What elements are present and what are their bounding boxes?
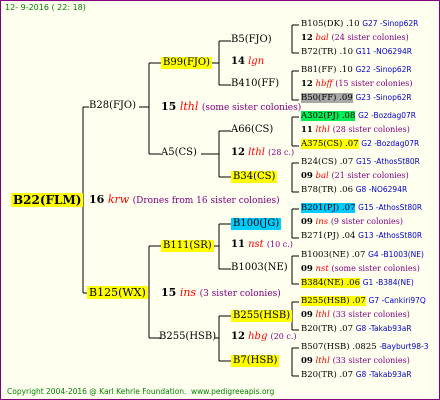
g3-d2-bee[interactable]: B7(HSB) <box>231 355 280 367</box>
g2-c-note: (10 c.) <box>266 240 293 249</box>
print-date: 12- 9-2016 ( 22: 18) <box>5 3 86 12</box>
root-code: krw <box>107 193 130 206</box>
sire-num: 15 <box>161 100 177 113</box>
g4-row[interactable]: A375(CS) .07 G2 -Bozdag07R <box>301 139 419 149</box>
g2-c-num: 11 <box>231 239 245 250</box>
g4-row[interactable]: B24(CS) .07 G15 -AthosSt80R <box>301 158 420 167</box>
g4-sister-row: 12 bal (24 sister colonies) <box>301 33 409 43</box>
g2-b-code: lthl <box>248 147 265 158</box>
g2-c-code: nst <box>248 239 264 250</box>
dam-bee[interactable]: B125(WX) <box>87 286 148 299</box>
root-num: 16 <box>89 193 105 206</box>
g2-c-bee[interactable]: B111(SR) <box>161 240 214 252</box>
root-note: (Drones from 16 sister colonies) <box>132 196 280 206</box>
g4-sister-row: 09 lthl (33 sister colonies) <box>301 310 410 320</box>
g3-d1-bee[interactable]: B255(HSB) <box>231 310 293 322</box>
g4-sister-row: 12 hbff (15 sister colonies) <box>301 79 413 89</box>
footer-website-link[interactable]: www.pedigreeapis.org <box>191 388 274 396</box>
g2-a-num: 14 <box>231 56 245 67</box>
g4-row[interactable]: B105(DK) .10 G27 -Sinop62R <box>301 20 418 29</box>
g4-row[interactable]: B1003(NE) .07 G4 -B1003(NE) <box>301 251 424 260</box>
sire-code: lthl <box>179 100 199 113</box>
g2-b-bee[interactable]: A5(CS) <box>161 148 197 158</box>
g4-row[interactable]: B201(PJ) .07 G15 -AthosSt80R <box>301 203 422 213</box>
g2-a-bee[interactable]: B99(FJO) <box>161 57 213 69</box>
g4-row[interactable]: B271(PJ) .04 G13 -AthosSt80R <box>301 232 422 241</box>
g4-sister-row: 09 ins (9 sister colonies) <box>301 217 403 227</box>
g4-sister-row: 09 nst (some sister colonies) <box>301 264 420 274</box>
g2-b-num: 12 <box>231 147 245 158</box>
sire-bee[interactable]: B28(FJO) <box>89 101 136 111</box>
footer-copyright: Copyright 2004-2016 @ Karl Kehrle Founda… <box>7 387 187 396</box>
g2-d-note: (20 c.) <box>270 332 297 341</box>
g2-d-num: 12 <box>231 331 245 342</box>
g4-row[interactable]: A302(PJ) .08 G2 -Bozdag07R <box>301 111 416 121</box>
pedigree-frame: 12- 9-2016 ( 22: 18) B22(FLM) 16 krw (Dr… <box>0 0 440 400</box>
g4-row[interactable]: B20(TR) .07 G8 -Takab93aR <box>301 325 412 334</box>
dam-code: ins <box>179 286 197 299</box>
sire-note: (some sister colonies) <box>201 103 302 113</box>
g4-row[interactable]: B20(TR) .07 G8 -Takab93aR <box>301 371 412 380</box>
g4-row[interactable]: B384(NE) .06 G1 -B384(NE) <box>301 278 414 288</box>
g3-b2-bee[interactable]: B34(CS) <box>231 171 278 183</box>
g4-sister-row: 09 bal (21 sister colonies) <box>301 171 409 181</box>
g4-sister-row: 09 lthl (33 sister colonies) <box>301 356 410 366</box>
g3-c2-bee[interactable]: B1003(NE) <box>231 263 288 273</box>
g4-row[interactable]: B72(TR) .10 G11 -NO6294R <box>301 48 412 57</box>
g4-row[interactable]: B78(TR) .06 G8 -NO6294R <box>301 186 407 195</box>
root-bee[interactable]: B22(FLM) <box>11 193 84 207</box>
g3-a1-bee[interactable]: B5(FJO) <box>231 35 272 45</box>
g4-row[interactable]: B507(HSB) .0825 -Bayburt98-3 <box>301 343 429 352</box>
g4-row[interactable]: B81(FF) .10 G22 -Sinop62R <box>301 66 412 75</box>
g3-a2-bee[interactable]: B410(FF) <box>231 79 279 89</box>
g2-b-note: (28 c.) <box>268 148 295 157</box>
g2-d-bee[interactable]: B255(HSB) <box>159 332 216 342</box>
dam-note: (3 sister colonies) <box>199 289 281 299</box>
g2-a-code: lgn <box>248 56 265 67</box>
g2-d-code: hbg <box>248 331 268 342</box>
dam-num: 15 <box>161 286 177 299</box>
g4-sister-row: 11 lthl (28 sister colonies) <box>301 125 410 135</box>
g3-b1-bee[interactable]: A66(CS) <box>231 125 273 135</box>
g4-row[interactable]: B255(HSB) .07 G7 -Cankiri97Q <box>301 296 426 306</box>
g4-row[interactable]: B50(FF) .09 G23 -Sinop62R <box>301 93 412 103</box>
g3-c1-bee[interactable]: B100(JG) <box>231 218 282 230</box>
